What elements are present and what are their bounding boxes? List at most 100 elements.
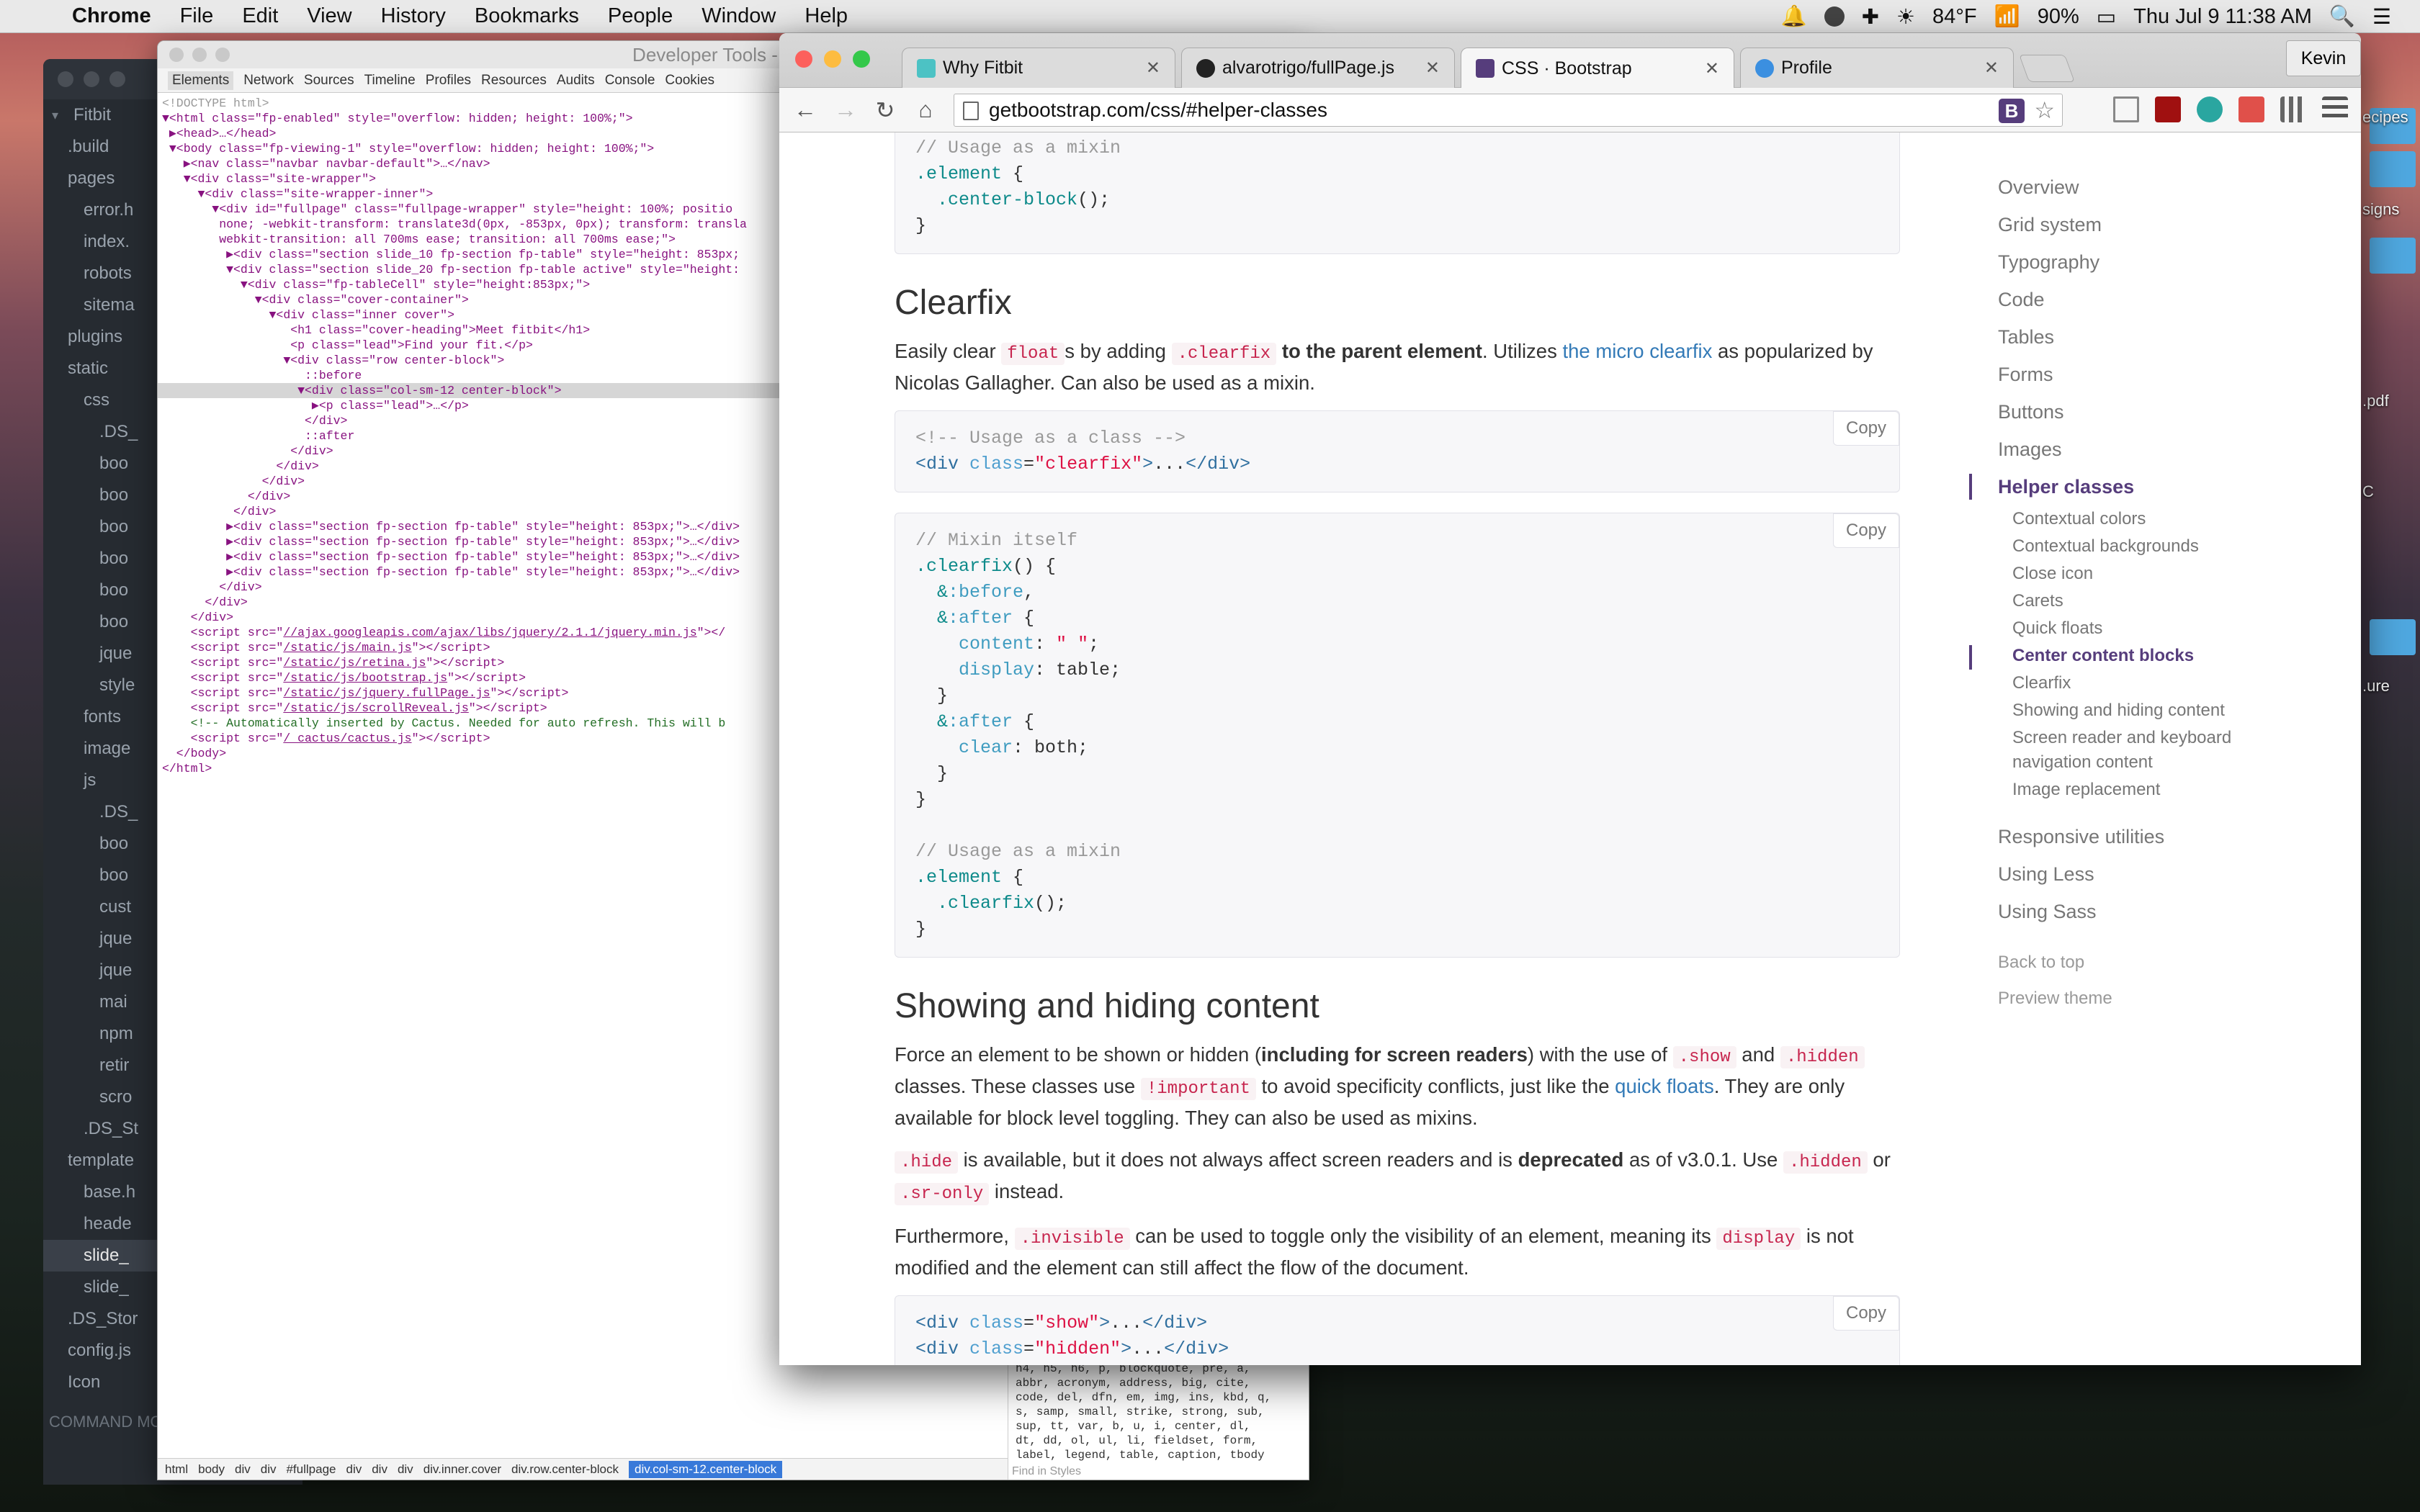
breadcrumb-item[interactable]: div.row.center-block xyxy=(511,1462,619,1477)
address-bar[interactable]: getbootstrap.com/css/#helper-classes B ☆ xyxy=(954,94,2063,127)
sidenav-subitem[interactable]: Image replacement xyxy=(1998,776,2236,804)
sync-icon[interactable] xyxy=(1824,6,1845,27)
bookmark-star-icon[interactable]: ☆ xyxy=(2034,94,2055,126)
find-in-styles-input[interactable]: Find in Styles xyxy=(1012,1465,1081,1478)
sidenav-item[interactable]: Overview xyxy=(1998,168,2236,206)
close-tab-icon[interactable]: ✕ xyxy=(1984,58,1999,78)
copy-button[interactable]: Copy xyxy=(1833,513,1899,548)
weather-temp[interactable]: 84°F xyxy=(1932,5,1977,29)
breadcrumb-item[interactable]: body xyxy=(198,1462,225,1477)
sidenav-subitem[interactable]: Showing and hiding content xyxy=(1998,697,2236,724)
sidenav-subitem[interactable]: Clearfix xyxy=(1998,670,2236,697)
sidenav-item[interactable]: Forms xyxy=(1998,356,2236,393)
plus-icon[interactable]: ✚ xyxy=(1862,4,1879,30)
breadcrumb-item[interactable]: #fullpage xyxy=(286,1462,336,1477)
desktop-file-icon[interactable] xyxy=(2370,619,2416,655)
new-tab-button[interactable] xyxy=(2019,55,2075,82)
devtools-tab[interactable]: Cookies xyxy=(665,73,714,89)
preview-theme-link[interactable]: Preview theme xyxy=(1998,981,2236,1017)
sidenav-item[interactable]: Images xyxy=(1998,431,2236,468)
cast-icon[interactable] xyxy=(2113,96,2139,122)
extension-plus-icon[interactable] xyxy=(2238,96,2264,122)
minimize-window-button[interactable] xyxy=(824,50,841,68)
devtools-tab[interactable]: Resources xyxy=(481,73,547,89)
extension-columns-icon[interactable] xyxy=(2280,96,2306,122)
devtools-tab[interactable]: Timeline xyxy=(364,73,416,89)
reload-icon[interactable]: ↻ xyxy=(874,96,896,124)
menu-people[interactable]: People xyxy=(608,4,673,28)
forward-icon[interactable]: → xyxy=(834,96,857,123)
extension-m-icon[interactable] xyxy=(2197,96,2223,122)
menu-view[interactable]: View xyxy=(307,4,351,28)
desktop-label[interactable]: .ure xyxy=(2362,677,2390,696)
desktop-folder-icon[interactable] xyxy=(2370,238,2416,274)
chrome-menu-icon[interactable] xyxy=(2322,96,2348,122)
close-tab-icon[interactable]: ✕ xyxy=(1705,58,1719,79)
sidenav-subitem[interactable]: Contextual backgrounds xyxy=(1998,533,2236,560)
menu-app-name[interactable]: Chrome xyxy=(72,4,151,28)
tab-bootstrap[interactable]: CSS · Bootstrap ✕ xyxy=(1461,48,1734,89)
desktop-label[interactable]: ecipes xyxy=(2362,108,2408,127)
clock[interactable]: Thu Jul 9 11:38 AM xyxy=(2133,5,2312,29)
sidenav-item[interactable]: Helper classes xyxy=(1969,468,2236,505)
sidenav-item[interactable]: Typography xyxy=(1998,243,2236,281)
tab-github[interactable]: alvarotrigo/fullPage.js ✕ xyxy=(1181,48,1455,88)
sidenav-item[interactable]: Buttons xyxy=(1998,393,2236,431)
breadcrumb-item[interactable]: div xyxy=(346,1462,362,1477)
devtools-tab[interactable]: Sources xyxy=(304,73,354,89)
tab-profile[interactable]: Profile ✕ xyxy=(1740,48,2014,88)
sidenav-subitem[interactable]: Quick floats xyxy=(1998,615,2236,642)
breadcrumb-item[interactable]: div xyxy=(372,1462,387,1477)
battery-icon[interactable]: ▭ xyxy=(2097,4,2116,30)
breadcrumb-item[interactable]: div xyxy=(235,1462,251,1477)
breadcrumb-item[interactable]: html xyxy=(165,1462,188,1477)
sidenav-subitem[interactable]: Carets xyxy=(1998,588,2236,615)
bootstrap-extension-icon[interactable]: B xyxy=(1999,99,2025,123)
menu-help[interactable]: Help xyxy=(805,4,848,28)
breadcrumb-item[interactable]: div xyxy=(398,1462,413,1477)
sidenav-item[interactable]: Responsive utilities xyxy=(1998,818,2236,855)
micro-clearfix-link[interactable]: the micro clearfix xyxy=(1562,340,1712,362)
sidenav-item[interactable]: Tables xyxy=(1998,318,2236,356)
menu-window[interactable]: Window xyxy=(702,4,776,28)
copy-button[interactable]: Copy xyxy=(1833,411,1899,446)
devtools-tab[interactable]: Audits xyxy=(557,73,595,89)
sidenav-subitem[interactable]: Screen reader and keyboard navigation co… xyxy=(1998,724,2236,776)
disclosure-icon[interactable]: ▾ xyxy=(52,108,73,123)
spotlight-icon[interactable]: 🔍 xyxy=(2329,4,2355,29)
menu-history[interactable]: History xyxy=(381,4,446,28)
copy-button[interactable]: Copy xyxy=(1833,1296,1899,1331)
desktop-label[interactable]: .pdf xyxy=(2362,392,2389,410)
wifi-icon[interactable]: 📶 xyxy=(1994,4,2020,29)
sidenav-subitem[interactable]: Center content blocks xyxy=(1969,642,2236,670)
devtools-tab[interactable]: Console xyxy=(605,73,655,89)
menu-bookmarks[interactable]: Bookmarks xyxy=(475,4,579,28)
close-window-button[interactable] xyxy=(795,50,812,68)
sidenav-subitem[interactable]: Close icon xyxy=(1998,560,2236,588)
sidenav-item[interactable]: Using Less xyxy=(1998,855,2236,893)
close-tab-icon[interactable]: ✕ xyxy=(1425,58,1440,78)
battery-percent[interactable]: 90% xyxy=(2038,5,2079,29)
devtools-tab[interactable]: Profiles xyxy=(426,73,471,89)
back-icon[interactable]: ← xyxy=(794,96,817,123)
home-icon[interactable]: ⌂ xyxy=(915,96,936,123)
zoom-window-button[interactable] xyxy=(853,50,870,68)
tab-why-fitbit[interactable]: Why Fitbit ✕ xyxy=(902,48,1175,88)
sidenav-subitem[interactable]: Contextual colors xyxy=(1998,505,2236,533)
notification-icon[interactable]: 🔔 xyxy=(1781,4,1807,29)
ublock-icon[interactable] xyxy=(2155,96,2181,122)
desktop-label[interactable]: C xyxy=(2362,482,2374,501)
sidenav-item[interactable]: Code xyxy=(1998,281,2236,318)
weather-icon[interactable]: ☀ xyxy=(1896,4,1915,30)
menu-file[interactable]: File xyxy=(180,4,214,28)
devtools-tab[interactable]: Elements xyxy=(168,71,234,90)
profile-button[interactable]: Kevin xyxy=(2286,40,2361,76)
sidenav-item[interactable]: Grid system xyxy=(1998,206,2236,243)
devtools-tab[interactable]: Network xyxy=(243,73,294,89)
breadcrumb-item[interactable]: div.inner.cover xyxy=(424,1462,501,1477)
breadcrumb-current[interactable]: div.col-sm-12.center-block xyxy=(629,1460,783,1478)
address-url[interactable]: getbootstrap.com/css/#helper-classes xyxy=(989,99,1327,121)
desktop-label[interactable]: signs xyxy=(2362,200,2399,219)
menu-edit[interactable]: Edit xyxy=(242,4,278,28)
sidenav-item[interactable]: Using Sass xyxy=(1998,893,2236,930)
